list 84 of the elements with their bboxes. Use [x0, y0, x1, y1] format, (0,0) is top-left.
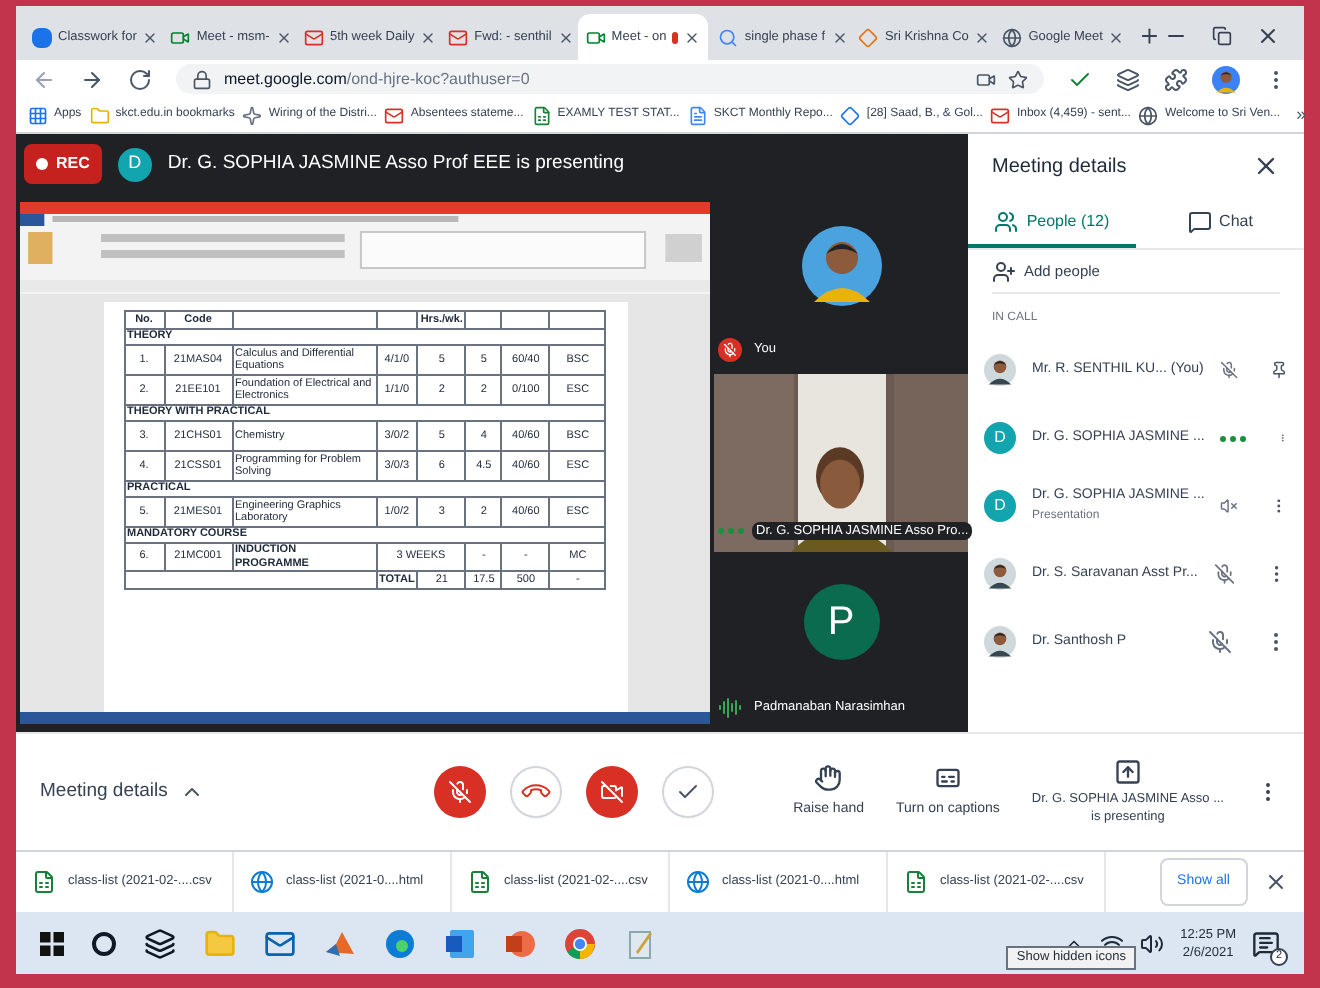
notifications-icon[interactable]: [1252, 929, 1280, 957]
check-icon[interactable]: [1068, 67, 1092, 91]
mail-icon: [990, 105, 1011, 125]
mic-off-icon: [447, 780, 472, 804]
address-field[interactable]: meet.google.com/ond-hjre-koc?authuser=0: [176, 64, 1044, 94]
close-icon[interactable]: [1256, 24, 1280, 48]
panel-title: Meeting details: [992, 153, 1127, 181]
volume-icon[interactable]: [1140, 931, 1165, 955]
document-icon: [687, 105, 708, 125]
participant-avatar: [984, 558, 1016, 590]
close-tab-icon[interactable]: [684, 29, 701, 45]
close-tab-icon[interactable]: [142, 29, 159, 45]
video-camera-icon: [585, 27, 606, 47]
close-tab-icon[interactable]: [974, 29, 991, 45]
apps-grid-icon: [28, 105, 48, 125]
extension-icon[interactable]: [1116, 67, 1140, 91]
diamond-icon: [840, 105, 861, 125]
close-tab-icon[interactable]: [275, 29, 292, 45]
windows-logo-icon[interactable]: [40, 931, 64, 955]
participant-avatar: [984, 354, 1016, 386]
column-header: [501, 311, 550, 329]
check-button[interactable]: [661, 766, 714, 818]
people-icon: [994, 209, 1019, 233]
hand-icon: [814, 763, 843, 792]
hang-up-button[interactable]: [509, 766, 562, 818]
meeting-details-label: Meeting details: [40, 777, 168, 806]
participant-avatar: D: [984, 490, 1016, 522]
mail-icon[interactable]: [264, 927, 296, 959]
peak-icon[interactable]: [324, 927, 356, 959]
spreadsheet-file-icon: [468, 870, 492, 894]
new-tab-icon[interactable]: [1137, 24, 1160, 48]
globe-icon: [1002, 27, 1023, 47]
globe-icon: [1138, 105, 1159, 125]
mail-icon: [384, 105, 405, 125]
camera-button[interactable]: [585, 766, 638, 818]
recording-badge: REC: [24, 144, 102, 184]
close-tab-icon[interactable]: [420, 29, 437, 45]
participant-avatar: P: [803, 584, 879, 661]
close-icon[interactable]: [1252, 152, 1280, 180]
close-tab-icon[interactable]: [557, 29, 574, 45]
present-icon: [1113, 758, 1142, 786]
participant-avatar: [984, 626, 1016, 658]
restore-icon[interactable]: [1212, 26, 1232, 46]
captions-icon: [933, 763, 962, 792]
check-icon: [675, 780, 700, 804]
panel-tab[interactable]: People (12): [968, 198, 1136, 248]
folder-icon: [89, 105, 110, 125]
camera-off-icon: [599, 780, 624, 804]
bookmark-star-icon[interactable]: [1008, 69, 1028, 89]
participant-avatar: [801, 226, 881, 306]
presenter-avatar: D: [117, 147, 152, 181]
forward-icon[interactable]: [80, 67, 104, 91]
spreadsheet-file-icon: [904, 870, 928, 894]
spreadsheet-icon: [531, 105, 552, 125]
camera-icon[interactable]: [976, 69, 996, 89]
mail-icon: [303, 27, 324, 47]
url-text: meet.google.com/ond-hjre-koc?authuser=0: [224, 67, 530, 91]
close-tab-icon[interactable]: [1108, 29, 1125, 45]
browser-icon[interactable]: [564, 927, 596, 959]
mail-icon: [448, 27, 469, 47]
panel-tab[interactable]: Chat: [1136, 198, 1304, 248]
presenting-title: Dr. G. SOPHIA JASMINE Asso Prof EEE is presenting: [167, 149, 624, 178]
column-header: [465, 311, 502, 329]
spreadsheet-file-icon: [32, 870, 56, 894]
add-person-icon: [992, 259, 1016, 283]
task-view-icon[interactable]: [144, 927, 176, 959]
meeting-details-toggle[interactable]: Meeting details: [40, 777, 434, 807]
web-file-icon: [686, 870, 710, 894]
chat-icon: [1187, 209, 1212, 233]
sparkle-icon: [242, 105, 263, 125]
pin-icon[interactable]: [1269, 358, 1288, 382]
back-icon[interactable]: [32, 67, 56, 91]
reload-icon[interactable]: [128, 67, 152, 91]
video-camera-icon: [170, 27, 191, 47]
participant-avatar: D: [984, 422, 1016, 454]
microphone-button[interactable]: [433, 766, 486, 818]
close-icon[interactable]: [1264, 870, 1288, 894]
search-icon: [718, 27, 739, 47]
column-header: [549, 311, 606, 329]
profile-avatar: [1212, 65, 1240, 93]
close-tab-icon[interactable]: [831, 29, 848, 45]
lock-icon: [192, 69, 212, 89]
puzzle-icon[interactable]: [1164, 67, 1188, 91]
web-file-icon: [250, 870, 274, 894]
